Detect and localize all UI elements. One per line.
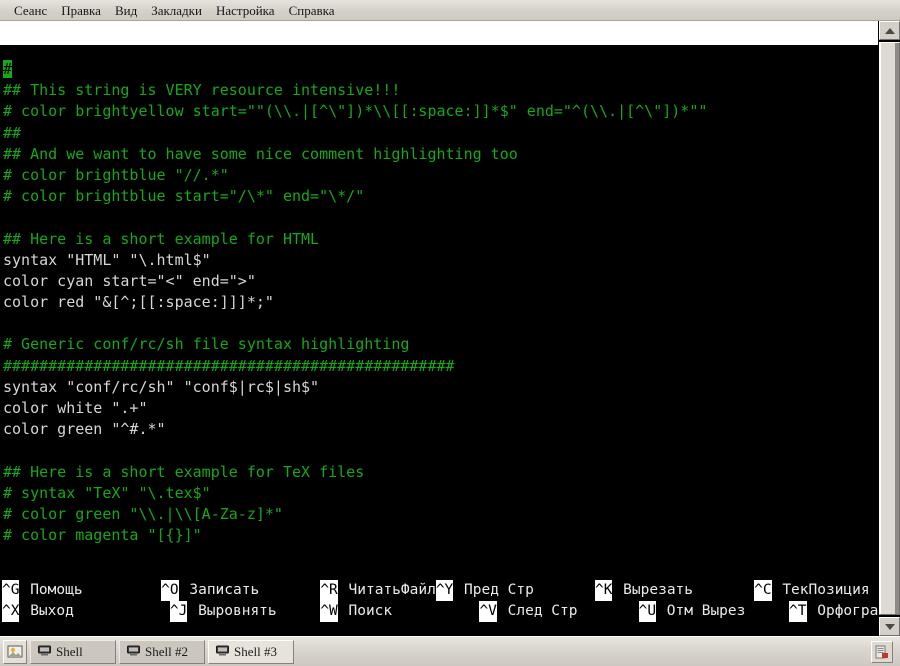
nano-help-bar: ^G Помощь ^O Записать ^R ЧитатьФайл ^Y Пр… [0, 578, 878, 636]
taskbar-tab-list: Shell Shell #2 Shell #3 [30, 639, 294, 664]
shortcut-label: Орфография [817, 603, 878, 619]
menu-help[interactable]: Справка [282, 1, 342, 20]
nano-text-buffer[interactable]: # ## This string is VERY resource intensi… [0, 45, 878, 578]
shortcut-label: След Стр [498, 603, 639, 619]
help-shortcut-u[interactable]: ^U Отм Вырез [638, 601, 790, 622]
editor-line[interactable]: color white ".+" [0, 398, 878, 419]
shortcut-key: ^R [320, 580, 338, 601]
help-row-2: ^X Выход ^J Выровнять ^W Поиск ^V След С… [0, 601, 878, 622]
taskbar-tab-label: Shell #3 [234, 643, 277, 659]
help-shortcut-g[interactable]: ^G Помощь [2, 580, 161, 601]
shortcut-key: ^C [754, 580, 772, 601]
editor-line[interactable]: color cyan start="<" end=">" [0, 271, 878, 292]
taskbar-tab-shell-3[interactable]: Shell #3 [208, 639, 294, 664]
editor-line[interactable] [0, 440, 878, 461]
help-shortcut-v[interactable]: ^V След Стр [479, 601, 638, 622]
help-shortcut-k[interactable]: ^K Вырезать [594, 580, 755, 601]
taskbar-tab-shell[interactable]: Shell [30, 639, 116, 664]
editor-line[interactable] [0, 207, 878, 228]
taskbar-tab-shell-2[interactable]: Shell #2 [119, 639, 205, 664]
shortcut-label: ТекПозиция [773, 582, 870, 598]
shortcut-label: Выход [21, 603, 170, 619]
editor-line[interactable]: # color green "\\.|\\[A-Za-z]*" [0, 504, 878, 525]
help-shortcut-y[interactable]: ^Y Пред Стр [435, 580, 595, 601]
editor-line[interactable]: ## Here is a short example for HTML [0, 229, 878, 250]
menubar: Сеанс Правка Вид Закладки Настройка Справка [0, 0, 900, 21]
terminal-screen[interactable]: GNU nano 1.3.8File: .nanorcModified ### … [0, 21, 878, 636]
shortcut-key: ^Y [435, 580, 454, 601]
scrollbar-track[interactable] [879, 40, 900, 617]
terminal-icon [216, 644, 229, 660]
shortcut-key: ^O [161, 580, 179, 601]
shortcut-key: ^X [2, 601, 20, 622]
shortcut-key: ^T [789, 601, 807, 622]
editor-line[interactable]: # syntax "TeX" "\.tex$" [0, 483, 878, 504]
system-tray-icon-button[interactable] [871, 640, 893, 663]
menu-edit[interactable]: Правка [54, 1, 108, 20]
shortcut-key: ^G [2, 580, 20, 601]
konsole-window: СеансПравкаВидЗакладкиНастройкаСправка G… [0, 0, 900, 666]
scroll-up-button[interactable] [879, 21, 900, 40]
editor-line[interactable]: color red "&[^;[[:space:]]]*;" [0, 292, 878, 313]
nano-title-bar: GNU nano 1.3.8File: .nanorcModified [0, 21, 878, 45]
text-cursor: # [3, 60, 13, 78]
help-shortcut-t[interactable]: ^T Орфография [789, 601, 878, 622]
menu-session[interactable]: Сеанс [7, 1, 54, 20]
editor-line[interactable]: ## This string is VERY resource intensiv… [0, 80, 878, 101]
taskbar: Shell Shell #2 Shell #3 [0, 636, 900, 666]
editor-line[interactable]: # color brightblue "//.*" [0, 165, 878, 186]
editor-line[interactable]: ## Here is a short example for TeX files [0, 462, 878, 483]
shortcut-label: Пред Стр [455, 582, 595, 598]
help-shortcut-o[interactable]: ^O Записать [161, 580, 320, 601]
editor-line[interactable]: ## And we want to have some nice comment… [0, 144, 878, 165]
help-shortcut-w[interactable]: ^W Поиск [320, 601, 479, 622]
editor-line[interactable]: # color brightyellow start=""(\\.|[^\"])… [0, 101, 878, 122]
editor-line[interactable]: # [0, 59, 878, 80]
help-shortcut-c[interactable]: ^C ТекПозиция [754, 580, 870, 601]
shortcut-label: ЧитатьФайл [339, 582, 436, 598]
menu-bookmarks[interactable]: Закладки [144, 1, 209, 20]
shortcut-label: Отм Вырез [658, 603, 790, 619]
shortcut-label: Вырезать [614, 582, 755, 598]
shortcut-key: ^J [169, 601, 188, 622]
help-row-1: ^G Помощь ^O Записать ^R ЧитатьФайл ^Y Пр… [0, 580, 878, 601]
shortcut-key: ^K [594, 580, 613, 601]
konsole-session-icon [7, 645, 23, 657]
scrollbar-thumb[interactable] [879, 42, 900, 615]
terminal-icon [38, 644, 51, 660]
triangle-down-icon [884, 623, 895, 630]
menu-settings[interactable]: Настройка [209, 1, 282, 20]
shortcut-label: Поиск [339, 603, 480, 619]
editor-line[interactable]: # color brightblue start="/\*" end="\*/" [0, 186, 878, 207]
shortcut-key: ^U [638, 601, 657, 622]
shortcut-key: ^W [320, 601, 338, 622]
editor-line[interactable] [0, 313, 878, 334]
terminal-icon [127, 644, 140, 660]
editor-line[interactable]: color green "^#.*" [0, 419, 878, 440]
editor-line[interactable]: # color magenta "[{}]" [0, 525, 878, 546]
editor-line[interactable]: syntax "HTML" "\.html$" [0, 250, 878, 271]
menu-view[interactable]: Вид [108, 1, 144, 20]
editor-line[interactable]: ########################################… [0, 356, 878, 377]
session-launcher-button[interactable] [3, 639, 27, 664]
triangle-up-icon [884, 27, 895, 34]
shortcut-label: Помощь [21, 582, 162, 598]
shortcut-label: Выровнять [189, 603, 321, 619]
taskbar-tab-label: Shell [56, 643, 83, 659]
help-shortcut-x[interactable]: ^X Выход [2, 601, 170, 622]
shortcut-label: Записать [180, 582, 321, 598]
terminal-area: GNU nano 1.3.8File: .nanorcModified ### … [0, 21, 900, 636]
terminal-scrollbar[interactable] [878, 21, 900, 636]
editor-line[interactable]: ## [0, 123, 878, 144]
help-shortcut-r[interactable]: ^R ЧитатьФайл [320, 580, 436, 601]
klipper-icon [875, 645, 888, 658]
taskbar-tab-label: Shell #2 [145, 643, 188, 659]
scroll-down-button[interactable] [879, 617, 900, 636]
shortcut-key: ^V [479, 601, 497, 622]
editor-line[interactable]: # Generic conf/rc/sh file syntax highlig… [0, 334, 878, 355]
editor-line[interactable]: syntax "conf/rc/sh" "conf$|rc$|sh$" [0, 377, 878, 398]
help-shortcut-j[interactable]: ^J Выровнять [169, 601, 321, 622]
